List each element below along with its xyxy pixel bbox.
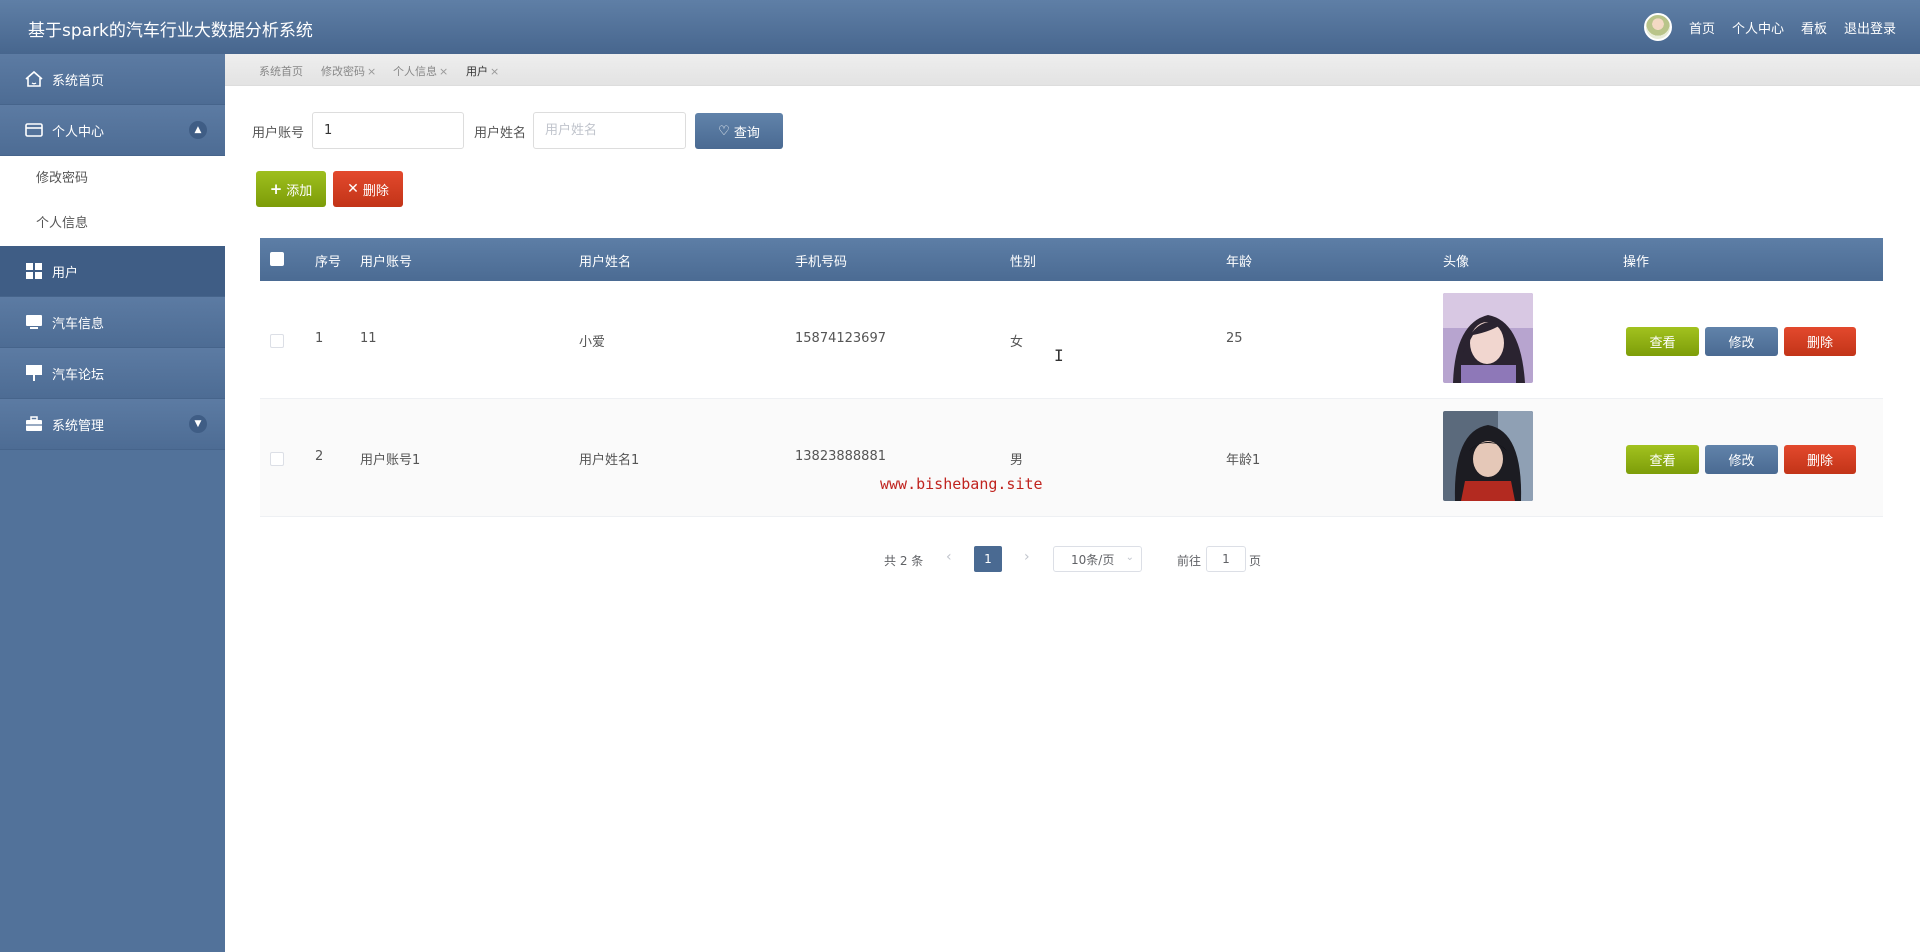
cell-phone: 13823888881: [795, 449, 886, 464]
chevron-down-icon: ⌄: [1125, 552, 1134, 563]
close-icon: ✕: [347, 181, 359, 197]
pagination-total: 共 2 条: [884, 554, 924, 568]
cell-account: 11: [360, 331, 377, 346]
sidebar: 系统首页 个人中心 ▲ 修改密码 个人信息 用户 汽车信息 汽车论坛 系统管理 …: [0, 54, 225, 952]
table-header: 序号 用户账号 用户姓名 手机号码 性别 年龄 头像 操作: [260, 238, 1883, 281]
tab-personal-info[interactable]: 个人信息 ×: [393, 63, 448, 79]
sidebar-item-personal-center[interactable]: 个人中心 ▲: [0, 105, 225, 156]
row-checkbox[interactable]: [270, 452, 284, 466]
sidebar-item-home[interactable]: 系统首页: [0, 54, 225, 105]
table-row: 2 用户账号1 用户姓名1 13823888881 男 年龄1 查看 修改 删除: [260, 399, 1883, 517]
cell-gender: 女: [1010, 335, 1024, 350]
heart-icon: ♡: [718, 123, 730, 139]
add-button[interactable]: + 添加: [256, 171, 326, 207]
view-button[interactable]: 查看: [1626, 327, 1699, 356]
pagination-page-1[interactable]: 1: [974, 546, 1002, 572]
column-header: 用户姓名: [579, 255, 632, 270]
app-title: 基于spark的汽车行业大数据分析系统: [28, 21, 313, 41]
goto-label: 前往: [1177, 554, 1202, 568]
column-header: 头像: [1443, 255, 1470, 270]
sidebar-subitem-personal-info[interactable]: 个人信息: [0, 201, 225, 246]
user-avatar-image: [1443, 411, 1533, 501]
cell-index: 1: [315, 331, 324, 346]
view-button[interactable]: 查看: [1626, 445, 1699, 474]
close-icon[interactable]: ×: [490, 65, 499, 78]
board-icon: [24, 363, 44, 383]
chevron-down-icon: ▼: [189, 415, 207, 433]
plus-icon: +: [269, 180, 283, 198]
select-all-checkbox[interactable]: [270, 252, 284, 266]
nav-logout-link[interactable]: 退出登录: [1844, 18, 1896, 37]
sidebar-item-label: 个人中心: [52, 124, 105, 140]
monitor-icon: [24, 312, 44, 332]
delete-button[interactable]: 删除: [1784, 445, 1856, 474]
sidebar-item-car-info[interactable]: 汽车信息: [0, 297, 225, 348]
nav-profile-link[interactable]: 个人中心: [1732, 18, 1784, 37]
close-icon[interactable]: ×: [439, 65, 448, 78]
sidebar-item-label: 系统首页: [52, 73, 105, 89]
query-button[interactable]: ♡ 查询: [695, 113, 783, 149]
tab-system-home[interactable]: 系统首页: [259, 63, 303, 79]
grid-icon: [24, 261, 44, 281]
column-header: 年龄: [1226, 255, 1253, 270]
tabs-bar: 系统首页 修改密码 × 个人信息 × 用户 ×: [225, 54, 1920, 86]
cell-account: 用户账号1: [360, 453, 421, 468]
top-header: 基于spark的汽车行业大数据分析系统 首页 个人中心 看板 退出登录: [0, 0, 1920, 54]
nav-dashboard-link[interactable]: 看板: [1801, 18, 1827, 37]
column-header: 手机号码: [795, 255, 848, 270]
table-row: 1 11 小爱 15874123697 女 25 查看 修改 删除: [260, 281, 1883, 399]
sidebar-subitem-change-password[interactable]: 修改密码: [0, 156, 225, 201]
card-icon: [24, 120, 44, 140]
name-label: 用户姓名: [474, 126, 527, 141]
pagination-next-icon[interactable]: ›: [1024, 549, 1030, 575]
page-size-select[interactable]: 10条/页 ⌄: [1053, 546, 1142, 572]
account-label: 用户账号: [252, 126, 305, 141]
cell-name: 用户姓名1: [579, 453, 640, 468]
column-header: 操作: [1623, 255, 1650, 270]
user-avatar-image: [1443, 293, 1533, 383]
chevron-up-icon: ▲: [189, 121, 207, 139]
page-suffix-label: 页: [1249, 554, 1262, 568]
sidebar-item-label: 汽车信息: [52, 316, 105, 332]
edit-button[interactable]: 修改: [1705, 327, 1778, 356]
user-avatar[interactable]: [1643, 13, 1672, 41]
column-header: 性别: [1010, 255, 1037, 270]
home-icon: [24, 69, 44, 89]
briefcase-icon: [24, 414, 44, 434]
text-cursor-icon: I: [1054, 346, 1064, 365]
cell-phone: 15874123697: [795, 331, 886, 346]
tab-users[interactable]: 用户 ×: [466, 63, 499, 79]
row-checkbox[interactable]: [270, 334, 284, 348]
nav-home-link[interactable]: 首页: [1689, 18, 1715, 37]
top-nav: 首页 个人中心 看板 退出登录: [1643, 0, 1896, 54]
goto-page-input[interactable]: [1206, 546, 1246, 572]
sidebar-item-users[interactable]: 用户: [0, 246, 225, 297]
sidebar-item-label: 用户: [52, 265, 79, 281]
tab-change-password[interactable]: 修改密码 ×: [321, 63, 376, 79]
account-search-input[interactable]: [312, 112, 464, 149]
cell-age: 25: [1226, 331, 1243, 346]
cell-gender: 男: [1010, 453, 1024, 468]
users-table: 序号 用户账号 用户姓名 手机号码 性别 年龄 头像 操作 1 11 小爱 15…: [260, 238, 1883, 517]
watermark-text: www.bishebang.site: [880, 475, 1043, 493]
close-icon[interactable]: ×: [367, 65, 376, 78]
edit-button[interactable]: 修改: [1705, 445, 1778, 474]
sidebar-item-label: 汽车论坛: [52, 367, 105, 383]
cell-name: 小爱: [579, 335, 606, 350]
sidebar-item-car-forum[interactable]: 汽车论坛: [0, 348, 225, 399]
cell-index: 2: [315, 449, 324, 464]
sidebar-item-system-management[interactable]: 系统管理 ▼: [0, 399, 225, 450]
column-header: 用户账号: [360, 255, 413, 270]
name-search-input[interactable]: [533, 112, 686, 149]
column-header: 序号: [315, 255, 342, 270]
delete-button[interactable]: 删除: [1784, 327, 1856, 356]
cell-age: 年龄1: [1226, 453, 1261, 468]
personal-center-submenu: 修改密码 个人信息: [0, 156, 225, 246]
pagination-prev-icon[interactable]: ‹: [946, 549, 952, 575]
sidebar-item-label: 系统管理: [52, 418, 105, 434]
batch-delete-button[interactable]: ✕ 删除: [333, 171, 403, 207]
